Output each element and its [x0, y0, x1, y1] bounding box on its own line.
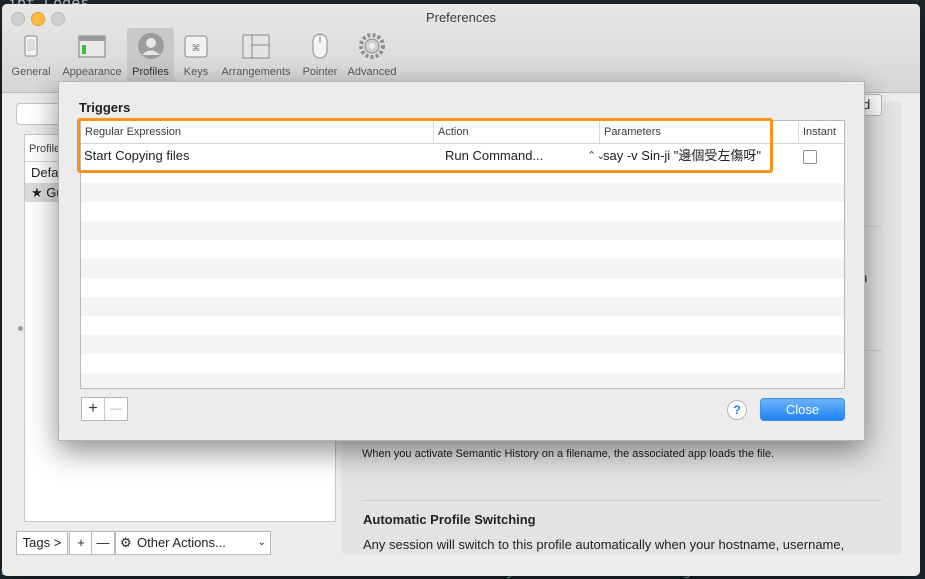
- toolbar-appearance-label: Appearance: [62, 66, 122, 78]
- row-stripe: [81, 297, 844, 316]
- appearance-icon: [78, 35, 106, 58]
- profiles-icon: [137, 33, 164, 59]
- trigger-add-remove-group: + —: [81, 397, 128, 421]
- toolbar-arrangements[interactable]: Arrangements: [217, 28, 295, 82]
- keys-icon: ⌘: [184, 35, 208, 58]
- row-stripe: [81, 373, 844, 388]
- toolbar-general[interactable]: General: [8, 28, 54, 82]
- chevron-down-icon: ⌄: [257, 537, 266, 548]
- row-stripe: [81, 221, 844, 240]
- toolbar-pointer[interactable]: Pointer: [298, 28, 342, 82]
- add-trigger-button[interactable]: +: [82, 398, 105, 420]
- toolbar-pointer-label: Pointer: [302, 66, 338, 78]
- help-button[interactable]: ?: [727, 400, 747, 420]
- row-stripe: [81, 259, 844, 278]
- auto-switch-text: Any session will switch to this profile …: [363, 537, 845, 552]
- auto-switch-heading: Automatic Profile Switching: [363, 512, 536, 527]
- gear-icon: [359, 33, 385, 59]
- remove-profile-button[interactable]: —: [91, 531, 115, 555]
- phone-icon: [24, 35, 38, 57]
- row-stripe: [81, 183, 844, 202]
- add-profile-button[interactable]: +: [69, 531, 93, 555]
- panel-divider-3: [362, 500, 882, 501]
- titlebar: Preferences General Appearance Profiles …: [2, 4, 920, 93]
- instant-checkbox[interactable]: [803, 150, 817, 164]
- toolbar-keys[interactable]: ⌘ Keys: [178, 28, 214, 82]
- close-button[interactable]: Close: [760, 398, 845, 421]
- toolbar-profiles-label: Profiles: [132, 66, 169, 78]
- toolbar-general-label: General: [11, 66, 51, 78]
- toolbar-advanced[interactable]: Advanced: [344, 28, 400, 82]
- other-actions-label: Other Actions...: [137, 535, 226, 550]
- window-title: Preferences: [425, 10, 497, 25]
- split-handle[interactable]: [18, 326, 23, 331]
- toolbar-appearance[interactable]: Appearance: [58, 28, 126, 82]
- remove-trigger-button[interactable]: —: [105, 398, 127, 420]
- profile-column-header: Profile: [29, 143, 61, 155]
- toolbar-advanced-label: Advanced: [347, 66, 397, 78]
- triggers-title: Triggers: [79, 100, 131, 115]
- tags-button[interactable]: Tags >: [16, 531, 68, 555]
- column-header-instant[interactable]: Instant: [799, 121, 844, 143]
- svg-text:⌘: ⌘: [192, 44, 201, 54]
- mouse-icon: [312, 33, 328, 59]
- row-stripe: [81, 335, 844, 354]
- highlight-annotation: [77, 118, 773, 173]
- arrangements-icon: [242, 34, 270, 59]
- semantic-history-text: When you activate Semantic History on a …: [362, 448, 775, 460]
- toolbar-profiles[interactable]: Profiles: [127, 28, 174, 82]
- toolbar-arrangements-label: Arrangements: [221, 66, 291, 78]
- gear-small-icon: ⚙: [120, 535, 132, 550]
- other-actions-button[interactable]: ⚙ Other Actions... ⌄: [115, 531, 271, 555]
- toolbar-keys-label: Keys: [183, 66, 209, 78]
